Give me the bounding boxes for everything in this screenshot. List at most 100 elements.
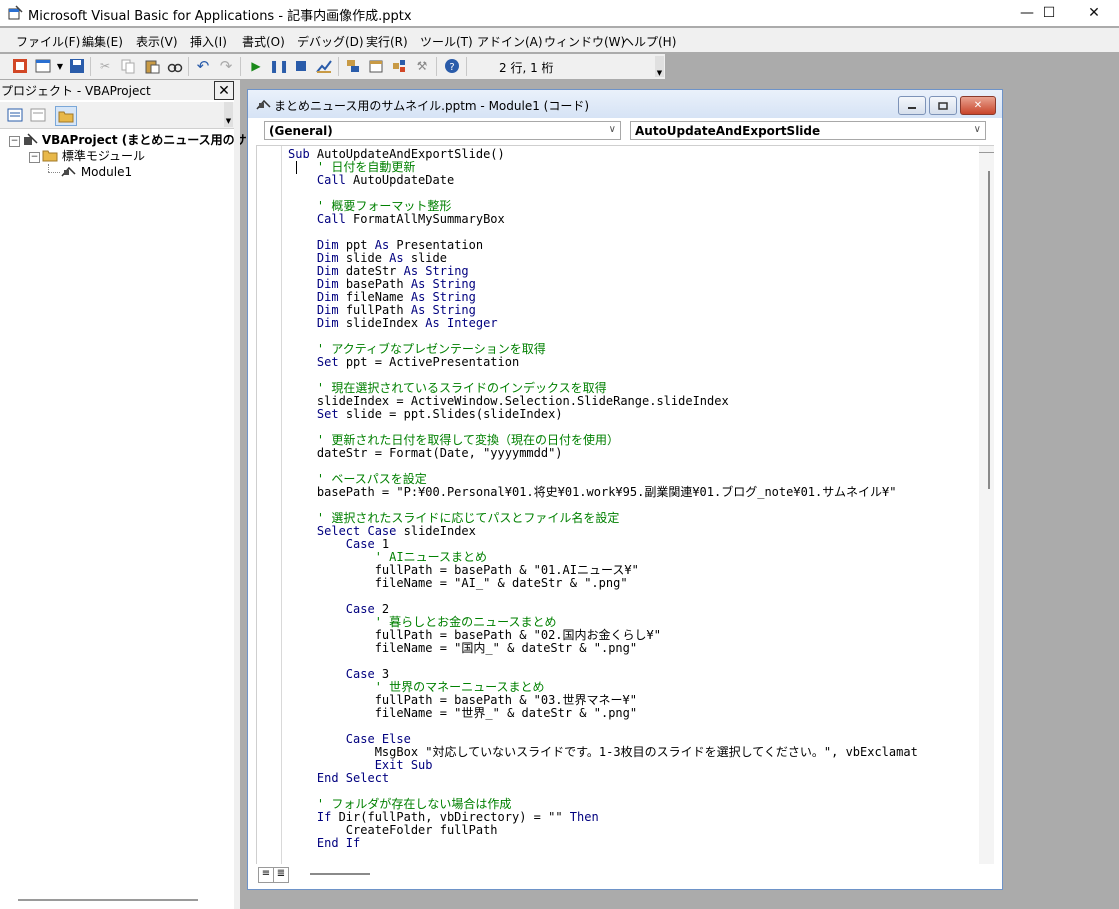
view-code-icon[interactable] <box>5 106 25 124</box>
code-editor[interactable]: Sub AutoUpdateAndExportSlide() ' 日付を自動更新… <box>256 145 994 864</box>
code-line[interactable]: dateStr = Format(Date, "yyyymmdd") <box>288 447 918 460</box>
menu-file[interactable]: ファイル(F) <box>16 33 80 50</box>
code-token: Presentation <box>389 238 484 252</box>
close-button[interactable]: ✕ <box>1071 0 1117 26</box>
save-icon[interactable] <box>69 58 85 74</box>
code-line[interactable]: Set ppt = ActivePresentation <box>288 356 918 369</box>
code-vertical-scrollbar[interactable] <box>979 146 994 864</box>
properties-window-icon[interactable] <box>368 58 384 74</box>
vba-project-icon <box>24 133 38 145</box>
menu-edit[interactable]: 編集(E) <box>82 33 123 50</box>
code-text[interactable]: Sub AutoUpdateAndExportSlide() ' 日付を自動更新… <box>288 148 918 850</box>
code-minimize-button[interactable] <box>898 96 926 115</box>
menu-addins[interactable]: アドイン(A) <box>477 33 543 50</box>
code-keyword: If <box>316 810 332 824</box>
code-keyword: Case <box>345 537 375 551</box>
code-keyword: Set <box>316 355 339 369</box>
code-line[interactable]: basePath = "P:¥00.Personal¥01.将史¥01.work… <box>288 486 918 499</box>
code-comment: ' 世界のマネーニュースまとめ <box>374 680 545 694</box>
code-close-button[interactable]: ✕ <box>960 96 996 115</box>
code-line[interactable]: CreateFolder fullPath <box>288 824 918 837</box>
menu-help[interactable]: ヘルプ(H) <box>622 33 676 50</box>
code-margin-indicator-bar[interactable] <box>257 146 282 864</box>
menu-window[interactable]: ウィンドウ(W) <box>544 33 625 50</box>
chevron-down-icon: ∨ <box>608 124 616 135</box>
object-combo[interactable]: (General) ∨ <box>264 121 621 140</box>
code-vertical-scroll-thumb[interactable] <box>988 171 990 489</box>
project-toolbar: ▼ <box>0 102 234 129</box>
code-line[interactable]: fileName = "国内_" & dateStr & ".png" <box>288 642 918 655</box>
insert-userform-icon[interactable] <box>35 58 51 74</box>
code-line[interactable]: End If <box>288 837 918 850</box>
code-keyword: As String <box>410 303 476 317</box>
root-collapse-icon[interactable]: − <box>9 136 20 147</box>
code-token: AutoUpdateAndExportSlide() <box>309 147 505 161</box>
code-token: fullPath = basePath & "03.世界マネー¥" <box>288 693 637 707</box>
insert-dropdown-icon[interactable]: ▼ <box>52 58 68 74</box>
project-explorer-icon[interactable] <box>345 58 361 74</box>
view-object-icon[interactable] <box>28 106 48 124</box>
menu-debug[interactable]: デバッグ(D) <box>297 33 364 50</box>
tree-item-standard-modules[interactable]: 標準モジュール <box>42 148 145 164</box>
procedure-combo-value: AutoUpdateAndExportSlide <box>635 124 821 138</box>
cut-icon[interactable]: ✂ <box>97 58 113 74</box>
code-line[interactable]: Set slide = ppt.Slides(slideIndex) <box>288 408 918 421</box>
menu-insert[interactable]: 挿入(I) <box>190 33 227 50</box>
toolbar-overflow-icon[interactable]: ▼ <box>655 56 664 77</box>
help-icon[interactable]: ? <box>444 58 460 74</box>
project-close-button[interactable]: ✕ <box>214 81 234 100</box>
menu-format[interactable]: 書式(O) <box>242 33 285 50</box>
code-line[interactable]: End Select <box>288 772 918 785</box>
folder-icon <box>42 150 58 162</box>
project-explorer-pane: プロジェクト - VBAProject ✕ ▼ − VBAProject (まと… <box>0 80 270 909</box>
code-line[interactable]: fileName = "AI_" & dateStr & ".png" <box>288 577 918 590</box>
object-browser-icon[interactable] <box>391 58 407 74</box>
code-horizontal-scroll-thumb[interactable] <box>310 873 370 875</box>
copy-icon[interactable] <box>120 58 136 74</box>
code-keyword: As String <box>410 290 476 304</box>
code-line[interactable]: fileName = "世界_" & dateStr & ".png" <box>288 707 918 720</box>
folder-collapse-icon[interactable]: − <box>29 152 40 163</box>
menu-tools[interactable]: ツール(T) <box>420 33 473 50</box>
code-line[interactable]: Dim slideIndex As Integer <box>288 317 918 330</box>
run-icon[interactable]: ▶ <box>248 58 264 74</box>
code-token: fileName <box>338 290 411 304</box>
project-toolbar-overflow-icon[interactable]: ▼ <box>224 102 233 127</box>
code-token: fullPath = basePath & "02.国内お金くらし¥" <box>288 628 661 642</box>
maximize-button[interactable]: ☐ <box>1026 0 1072 26</box>
project-horizontal-scrollbar[interactable] <box>18 899 198 901</box>
scroll-up-icon[interactable] <box>979 146 994 153</box>
redo-icon[interactable]: ↷ <box>218 57 234 75</box>
full-module-view-icon[interactable]: ≣ <box>273 867 289 883</box>
toggle-folders-icon[interactable] <box>55 106 77 126</box>
menu-view[interactable]: 表示(V) <box>136 33 178 50</box>
reset-icon[interactable] <box>293 58 309 74</box>
procedure-view-icon[interactable]: ≡ <box>258 867 274 883</box>
view-powerpoint-icon[interactable] <box>12 58 28 74</box>
pane-splitter[interactable] <box>234 80 240 909</box>
menu-run[interactable]: 実行(R) <box>366 33 408 50</box>
code-keyword: As String <box>403 264 469 278</box>
code-line[interactable]: Call AutoUpdateDate <box>288 174 918 187</box>
find-icon[interactable] <box>167 58 183 74</box>
paste-icon[interactable] <box>144 58 160 74</box>
design-mode-icon[interactable] <box>316 58 332 74</box>
code-keyword: End If <box>316 836 361 850</box>
toolbox-icon[interactable]: ⚒ <box>414 58 430 74</box>
code-token: FormatAllMySummaryBox <box>345 212 505 226</box>
procedure-combo[interactable]: AutoUpdateAndExportSlide ∨ <box>630 121 986 140</box>
code-window-bottom-bar: ≡ ≣ <box>248 863 1002 885</box>
tree-item-module1[interactable]: Module1 <box>61 164 132 180</box>
break-icon[interactable]: ❚❚ <box>269 58 289 74</box>
undo-icon[interactable]: ↶ <box>195 57 211 75</box>
code-restore-button[interactable] <box>929 96 957 115</box>
code-line[interactable]: Call FormatAllMySummaryBox <box>288 213 918 226</box>
code-keyword: As String <box>410 277 476 291</box>
